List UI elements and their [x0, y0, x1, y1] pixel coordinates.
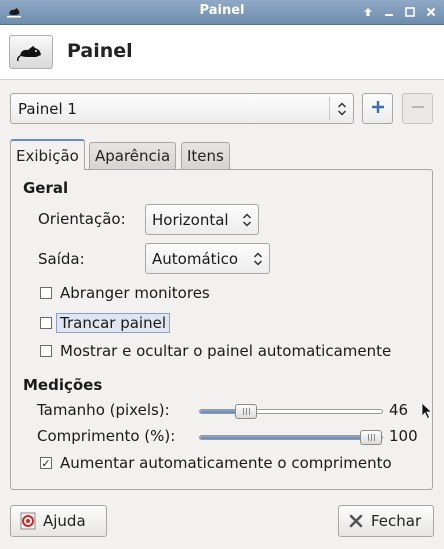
tab-itens[interactable]: Itens — [181, 142, 230, 169]
close-button[interactable]: Fechar — [338, 505, 434, 537]
span-monitors-checkbox[interactable]: Abranger monitores — [40, 284, 210, 302]
length-value: 100 — [389, 427, 418, 445]
mouse-cursor-icon — [421, 402, 433, 424]
length-row: Comprimento (%): 100 — [37, 427, 427, 447]
minus-icon — [410, 99, 426, 119]
size-slider[interactable] — [199, 404, 383, 419]
plus-icon — [370, 99, 386, 119]
close-icon[interactable] — [423, 4, 438, 19]
size-row: Tamanho (pixels): 46 — [37, 401, 427, 421]
length-slider-fill — [200, 436, 372, 439]
chevron-updown-icon — [239, 209, 255, 230]
minimize-icon[interactable] — [381, 4, 396, 19]
checkbox-box[interactable] — [40, 317, 52, 329]
close-label: Fechar — [371, 512, 422, 530]
output-value: Automático — [152, 250, 239, 268]
mouse-icon — [9, 35, 53, 69]
span-monitors-label: Abranger monitores — [60, 284, 210, 302]
autohide-checkbox[interactable]: Mostrar e ocultar o painel automaticamen… — [40, 342, 391, 360]
length-label: Comprimento (%): — [37, 427, 176, 445]
page-title: Painel — [67, 40, 133, 62]
checkbox-box[interactable]: ✓ — [40, 457, 52, 469]
orientation-select[interactable]: Horizontal — [145, 204, 259, 235]
lock-panel-checkbox[interactable]: Trancar painel — [40, 313, 170, 333]
auto-length-checkbox[interactable]: ✓ Aumentar automaticamente o comprimento — [40, 454, 392, 472]
output-label: Saída: — [38, 250, 85, 268]
section-geral-title: Geral — [23, 179, 69, 197]
checkbox-box[interactable] — [40, 345, 52, 357]
add-panel-button[interactable] — [362, 93, 393, 124]
tab-pane-exibicao: Geral Orientação: Horizontal Saída: Auto… — [10, 169, 433, 490]
dialog-header: Painel — [0, 25, 444, 80]
help-button[interactable]: Ajuda — [10, 505, 107, 537]
length-slider-thumb[interactable] — [360, 430, 382, 445]
up-icon[interactable] — [360, 4, 375, 19]
title-bar: Painel — [0, 0, 444, 25]
lock-panel-label: Trancar painel — [56, 313, 170, 333]
close-x-icon — [347, 512, 365, 530]
autohide-label: Mostrar e ocultar o painel automaticamen… — [60, 342, 392, 360]
tab-exibicao[interactable]: Exibição — [10, 139, 85, 170]
panel-select-value: Painel 1 — [18, 100, 77, 118]
remove-panel-button[interactable] — [402, 93, 433, 124]
chevron-updown-icon — [250, 248, 266, 269]
length-slider[interactable] — [199, 430, 383, 445]
size-value: 46 — [389, 401, 409, 419]
help-label: Ajuda — [43, 512, 86, 530]
panel-select[interactable]: Painel 1 — [10, 93, 354, 124]
chevron-updown-icon — [329, 97, 353, 120]
checkbox-box[interactable] — [40, 287, 52, 299]
orientation-label: Orientação: — [38, 210, 126, 228]
size-slider-thumb[interactable] — [235, 404, 257, 419]
auto-length-label: Aumentar automaticamente o comprimento — [60, 454, 392, 472]
output-select[interactable]: Automático — [145, 243, 270, 274]
size-label: Tamanho (pixels): — [37, 401, 170, 419]
section-medicoes-title: Medições — [23, 376, 103, 394]
maximize-icon[interactable] — [402, 4, 417, 19]
help-icon — [19, 512, 37, 530]
tab-aparencia[interactable]: Aparência — [89, 142, 177, 169]
orientation-value: Horizontal — [152, 211, 229, 229]
